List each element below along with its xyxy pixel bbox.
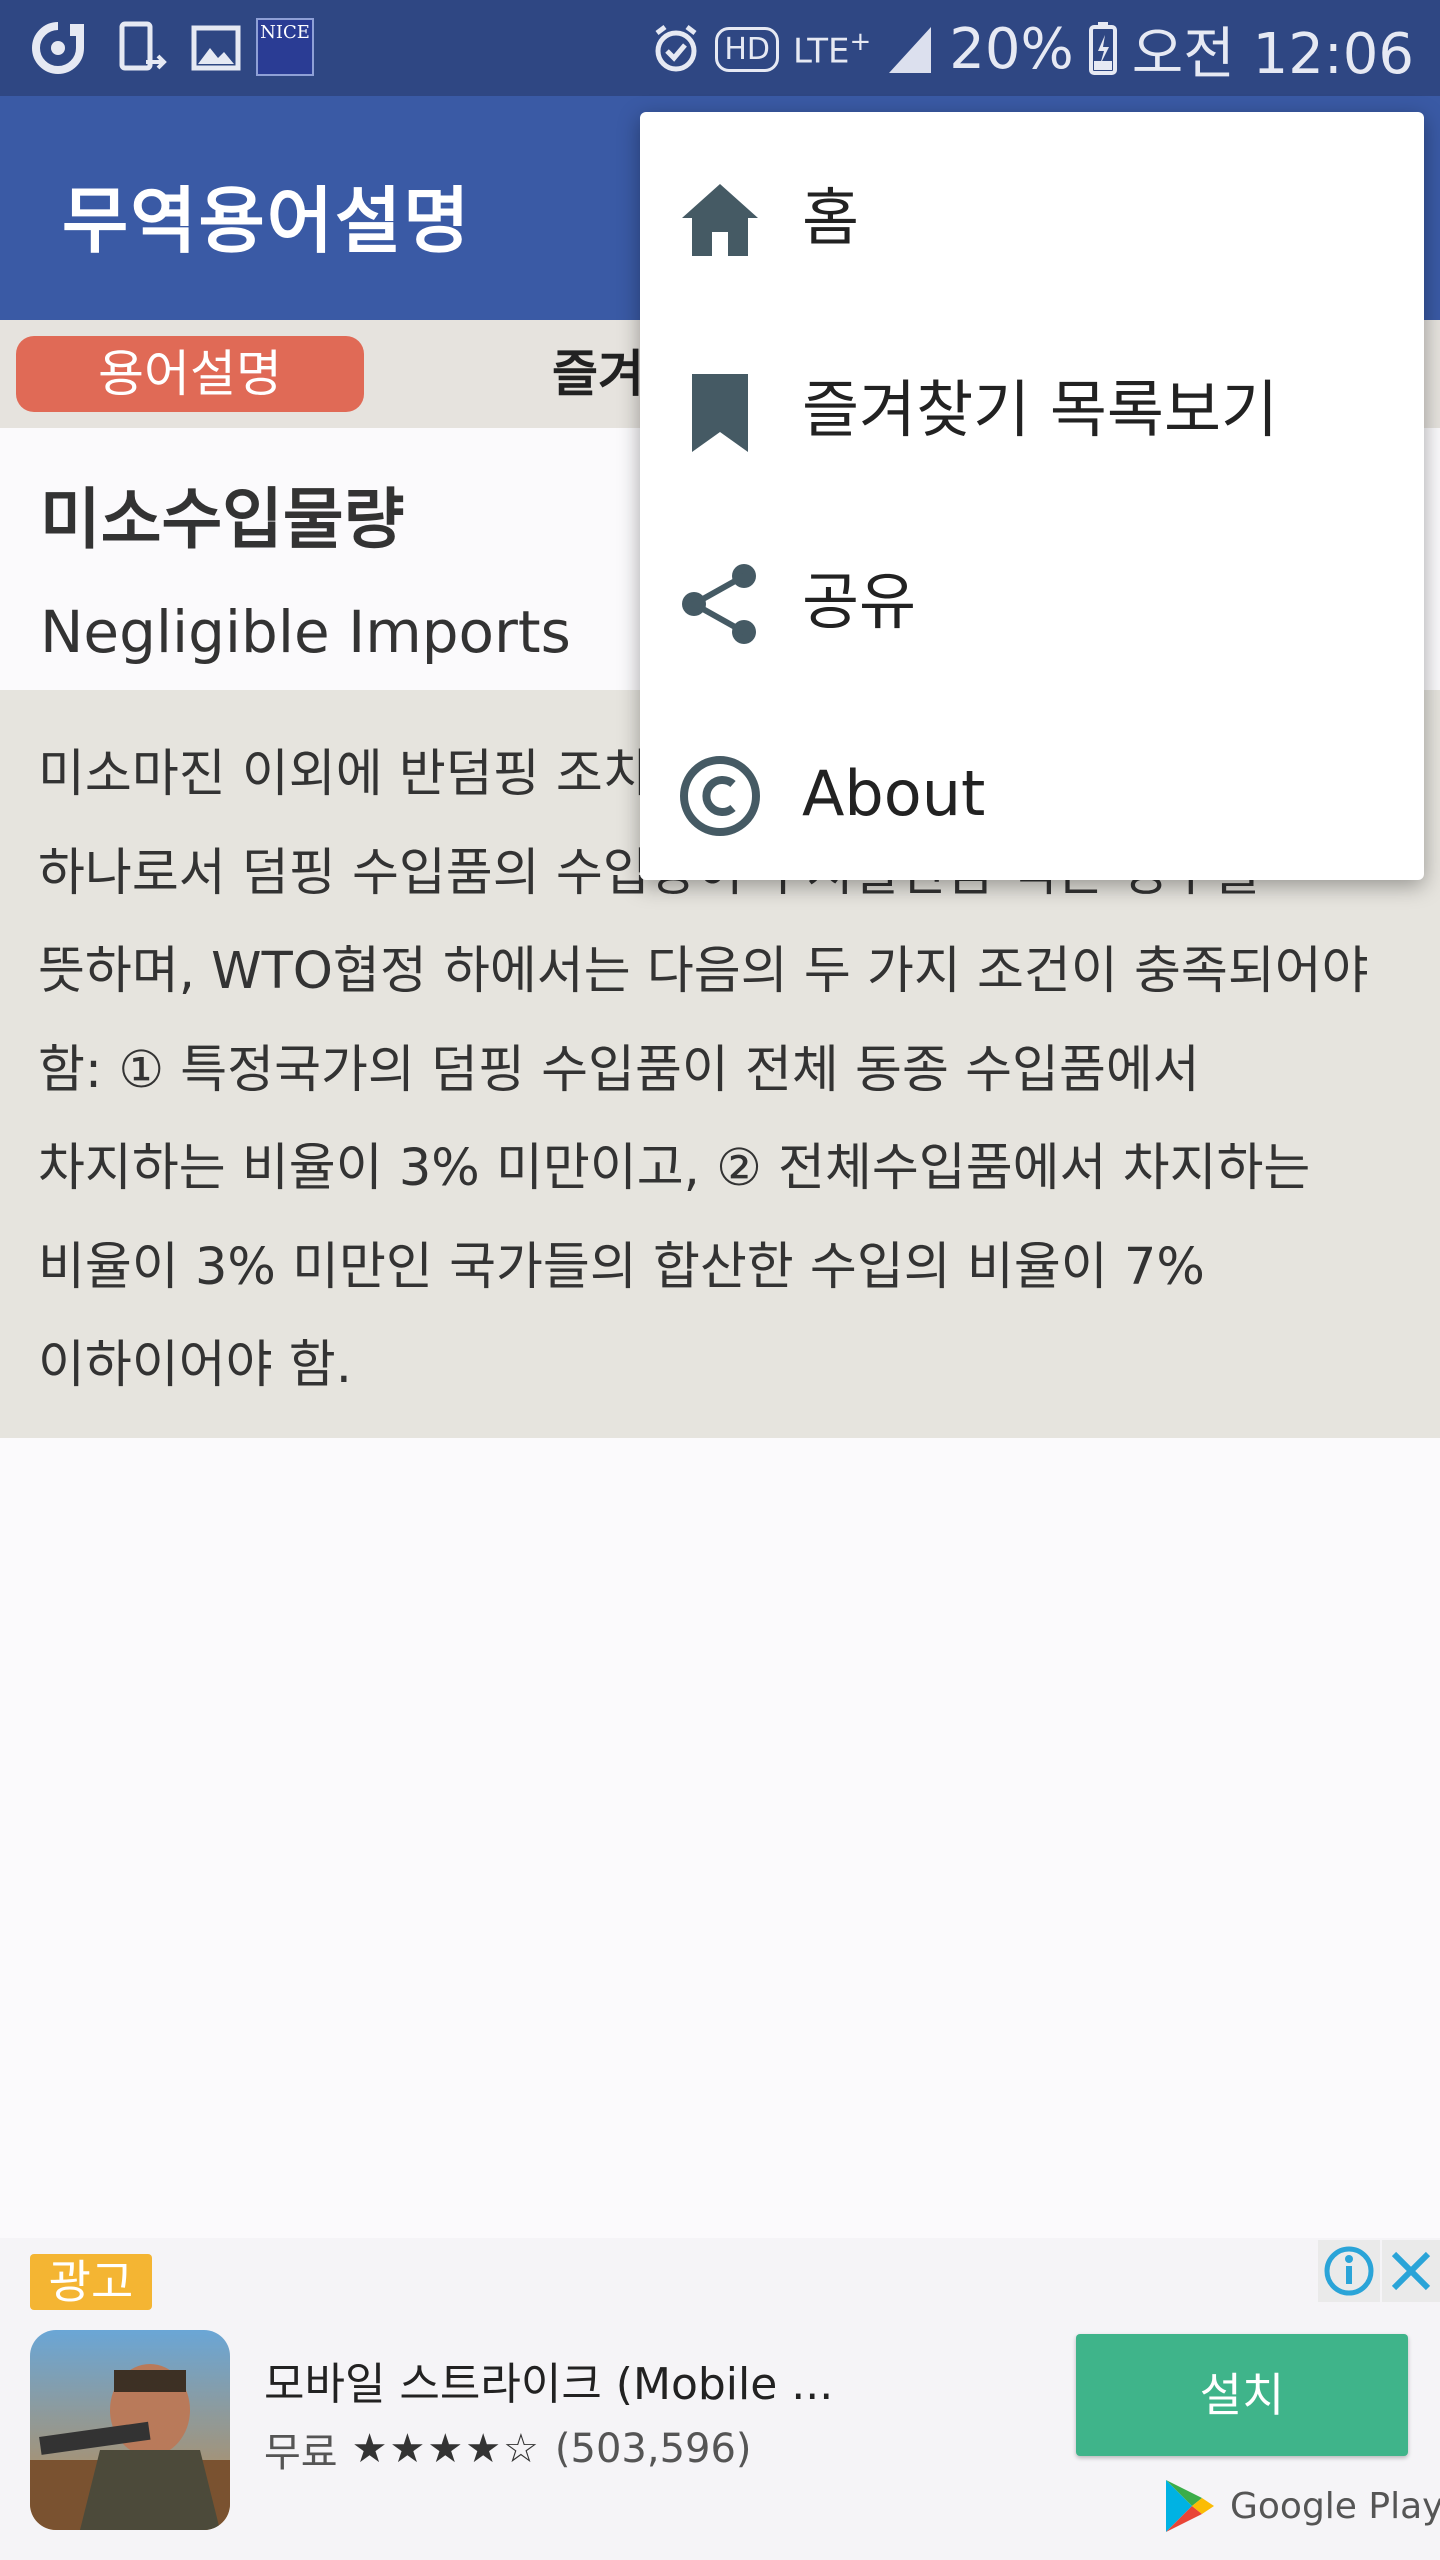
install-button[interactable]: 설치 [1076,2334,1408,2456]
nice-icon: NICE [256,18,314,76]
menu-item-label: 즐겨찾기 목록보기 [802,373,1279,446]
signal-icon [889,27,932,73]
alarm-icon [655,25,697,72]
copyright-icon [680,756,760,836]
ad-app-icon[interactable] [30,2330,230,2530]
ad-app-meta: 무료 ★★★★☆ (503,596) [264,2420,752,2478]
home-icon [682,184,758,256]
google-play-logo: Google Play [1162,2474,1440,2538]
menu-item-home[interactable]: 홈 [640,122,1424,314]
share-icon [682,564,756,644]
hd-icon: HD [715,26,779,72]
status-indicators: HD LTE+ 20% 오전 12:06 [651,14,1414,87]
menu-item-label: About [802,757,986,830]
overflow-menu: 홈 즐겨찾기 목록보기 공유 About [640,112,1424,880]
menu-item-share[interactable]: 공유 [640,506,1424,698]
image-icon [191,25,241,71]
ad-badge: 광고 [30,2254,152,2310]
g-icon [32,22,84,74]
rating-stars-icon: ★★★★☆ [351,2426,541,2472]
status-bar: NICE HD LTE+ 20% 오전 12:06 [0,0,1440,96]
ad-price: 무료 [264,2430,338,2476]
app-title: 무역용어설명 [62,179,472,263]
tab-favorites[interactable]: 즐겨 [552,336,652,412]
google-play-icon [1166,2480,1214,2532]
device-sync-icon [119,21,167,71]
ad-rating-count: (503,596) [554,2426,752,2472]
term-korean: 미소수입물량 [40,481,405,558]
menu-item-bookmarks[interactable]: 즐겨찾기 목록보기 [640,314,1424,506]
info-icon[interactable] [1318,2240,1380,2302]
tab-term-explanation[interactable]: 용어설명 [16,336,364,412]
menu-item-label: 공유 [802,565,917,638]
battery-icon [1088,22,1117,75]
close-icon[interactable] [1382,2240,1440,2302]
menu-item-label: 홈 [802,181,860,254]
battery-percentage: 20% [949,16,1074,82]
bookmark-icon [692,374,748,452]
lte-icon: LTE+ [792,26,872,72]
menu-item-about[interactable]: About [640,698,1424,890]
ad-banner[interactable]: 광고 모바일 스트라이크 (Mobile ... 무료 ★★★★☆ (503,5… [0,2238,1440,2560]
ad-app-title[interactable]: 모바일 스트라이크 (Mobile ... [264,2348,833,2412]
term-english: Negligible Imports [40,598,571,666]
clock: 오전 12:06 [1131,21,1414,87]
